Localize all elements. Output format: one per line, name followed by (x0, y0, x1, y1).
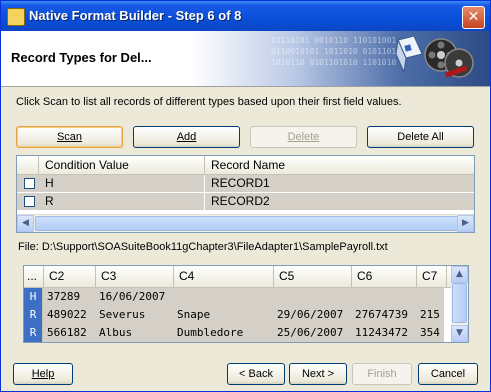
vertical-scrollbar[interactable]: ▲ ▼ (451, 266, 468, 342)
preview-cell (352, 288, 417, 306)
condition-value-header[interactable]: Condition Value (39, 156, 205, 174)
preview-cell (274, 288, 352, 306)
preview-cell: Severus (99, 308, 146, 321)
record-name-cell[interactable]: RECORD2 (205, 193, 474, 210)
help-button-label: Help (31, 368, 55, 380)
native-format-builder-window: Native Format Builder - Step 6 of 8 ✕ Re… (0, 0, 491, 392)
preview-header-cell[interactable]: C3 (96, 266, 174, 287)
table-row[interactable]: R 489022 Severus Snape 29/06/2007 276747… (24, 306, 444, 324)
condition-value-cell[interactable]: R (39, 193, 205, 210)
table-row[interactable]: H RECORD1 (17, 175, 474, 193)
preview-header-cell[interactable]: C4 (174, 266, 274, 287)
preview-cell: Albus (99, 326, 133, 339)
back-button[interactable]: < Back (227, 363, 285, 385)
preview-table-header: ... C2 C3 C4 C5 C6 C7 (24, 266, 468, 288)
file-preview-table: ... C2 C3 C4 C5 C6 C7 H 37289 16/06/2007… (23, 265, 469, 343)
scroll-right-icon[interactable]: ▶ (457, 215, 474, 232)
close-button[interactable]: ✕ (462, 6, 485, 29)
row-header-cell: H (24, 288, 43, 306)
scroll-left-icon[interactable]: ◀ (17, 215, 34, 232)
preview-header-cell[interactable]: C6 (352, 266, 417, 287)
preview-header-cell[interactable]: C2 (44, 266, 96, 287)
instruction-text: Click Scan to list all records of differ… (16, 96, 402, 108)
title-bar[interactable]: Native Format Builder - Step 6 of 8 ✕ (1, 1, 490, 31)
row-header-cell: R (24, 324, 43, 342)
preview-cell (174, 288, 274, 306)
preview-header-cell[interactable]: C5 (274, 266, 352, 287)
preview-cell (417, 288, 444, 306)
checkbox-column-header (17, 156, 39, 174)
preview-cell: 215 (420, 308, 440, 321)
scroll-up-icon[interactable]: ▲ (451, 266, 468, 283)
row-header-cell: R (24, 306, 43, 324)
table-row[interactable]: R 566182 Albus Dumbledore 25/06/2007 112… (24, 324, 444, 342)
preview-cell: 16/06/2007 (99, 290, 166, 303)
horizontal-scrollbar[interactable]: ◀ ▶ (17, 214, 474, 232)
preview-cell: 27674739 (355, 308, 408, 321)
next-button-label: Next > (301, 368, 335, 380)
wizard-header: Record Types for Del... 10110101 0010110… (1, 31, 490, 87)
row-checkbox[interactable] (24, 196, 35, 207)
delete-button-label: Delete (287, 131, 320, 143)
record-name-header[interactable]: Record Name (205, 156, 474, 174)
record-name-cell[interactable]: RECORD1 (205, 175, 474, 192)
scroll-down-icon[interactable]: ▼ (451, 325, 468, 342)
record-table-header: Condition Value Record Name (17, 156, 474, 175)
delete-all-button-label: Delete All (397, 131, 444, 143)
next-button[interactable]: Next > (289, 363, 347, 385)
scan-button[interactable]: Scan (16, 126, 123, 148)
scan-button-label: Scan (56, 131, 83, 143)
preview-header-cell[interactable]: C7 (417, 266, 447, 287)
preview-cell: 489022 (47, 308, 87, 321)
scrollbar-thumb[interactable] (35, 216, 472, 231)
finish-button[interactable]: Finish (352, 363, 412, 385)
delete-button[interactable]: Delete (250, 126, 357, 148)
back-button-label: < Back (239, 368, 273, 380)
page-title: Record Types for Del... (11, 50, 152, 65)
row-checkbox[interactable] (24, 178, 35, 189)
app-icon (7, 8, 25, 26)
scrollbar-thumb[interactable] (452, 283, 467, 323)
preview-cell: 25/06/2007 (277, 326, 344, 339)
add-button-label: Add (176, 131, 197, 143)
preview-cell: 566182 (47, 326, 87, 339)
preview-cell: Snape (177, 308, 211, 321)
film-reel-icon (424, 38, 474, 78)
preview-cell: 354 (420, 326, 440, 339)
delete-all-button[interactable]: Delete All (367, 126, 474, 148)
file-path-label: File: D:\Support\SOASuiteBook11gChapter3… (18, 241, 388, 253)
preview-cell: 37289 (47, 290, 81, 303)
condition-value-cell[interactable]: H (39, 175, 205, 192)
table-row[interactable]: R RECORD2 (17, 193, 474, 211)
cancel-button[interactable]: Cancel (418, 363, 478, 385)
cancel-button-label: Cancel (430, 368, 466, 380)
preview-header-cell[interactable]: ... (24, 266, 44, 287)
add-button[interactable]: Add (133, 126, 240, 148)
record-types-table: Condition Value Record Name H RECORD1 R … (16, 155, 475, 233)
preview-cell: Dumbledore (177, 326, 244, 339)
window-title: Native Format Builder - Step 6 of 8 (29, 8, 242, 23)
preview-cell: 11243472 (355, 326, 408, 339)
preview-cell: 29/06/2007 (277, 308, 344, 321)
table-row[interactable]: H 37289 16/06/2007 (24, 288, 444, 306)
finish-button-label: Finish (367, 368, 397, 380)
help-button[interactable]: Help (13, 363, 73, 385)
